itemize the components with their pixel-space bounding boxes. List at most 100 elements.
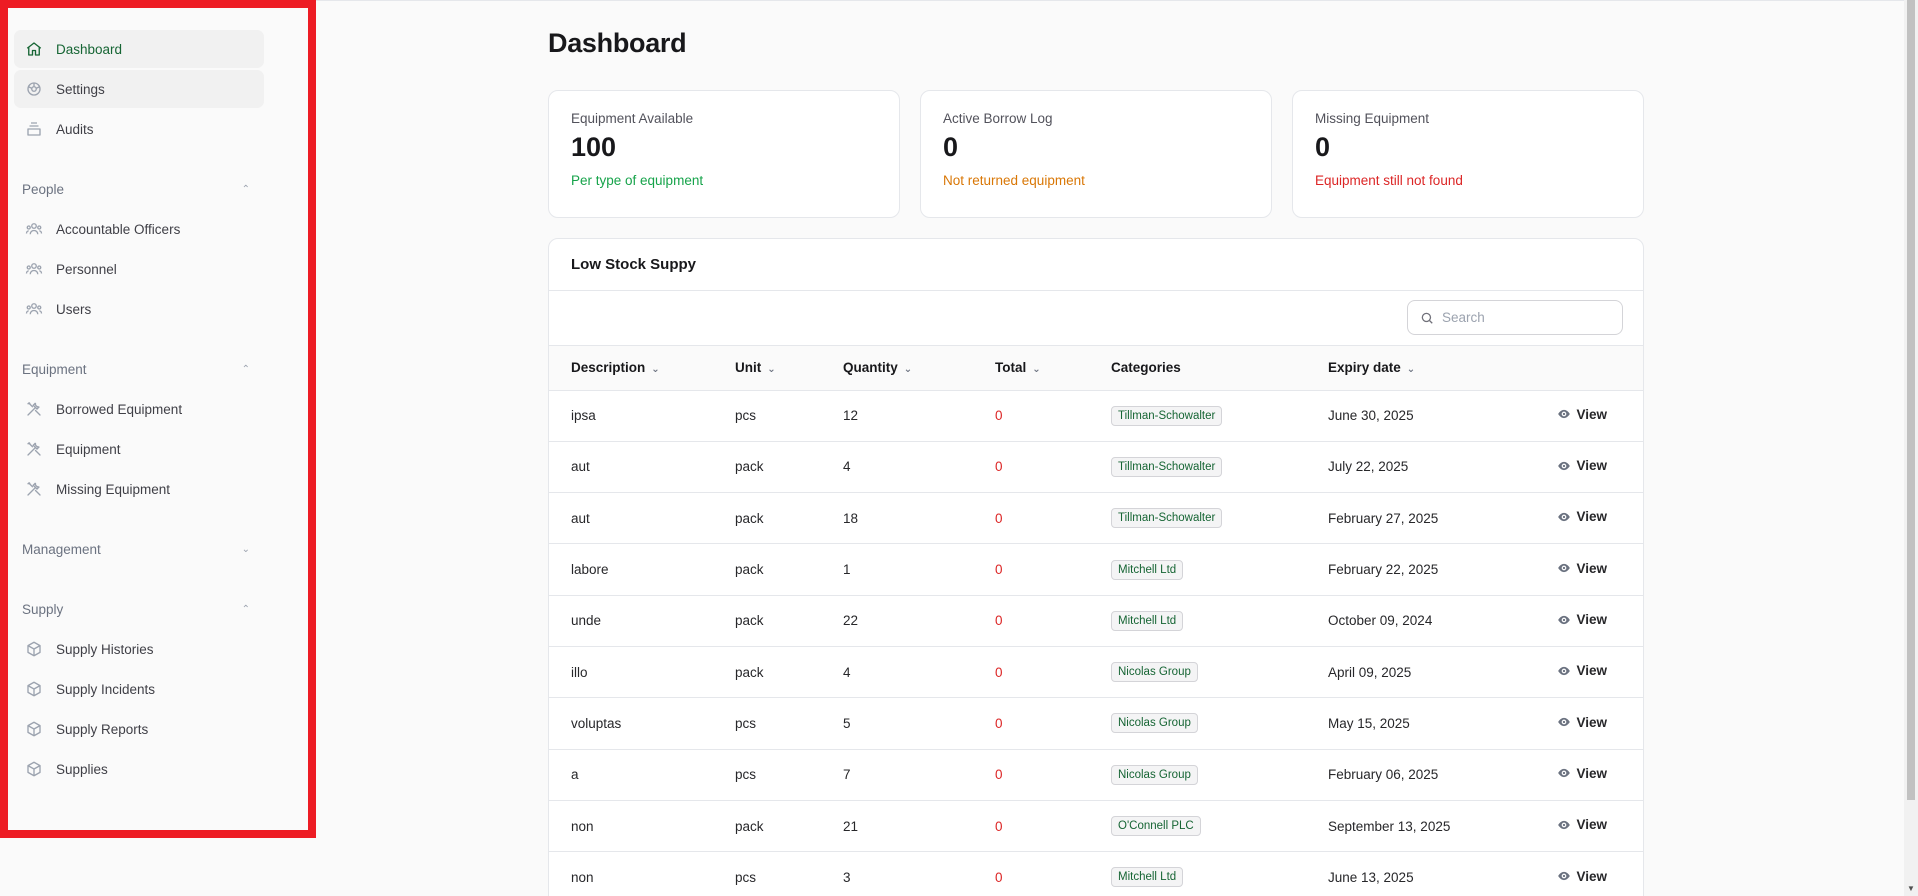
sidebar-item-supplies[interactable]: Supplies	[14, 750, 264, 788]
sidebar-item-borrowed-equipment[interactable]: Borrowed Equipment	[14, 390, 264, 428]
eye-icon	[1558, 512, 1571, 522]
view-button[interactable]: View	[1557, 407, 1607, 422]
users-icon	[24, 259, 44, 279]
sidebar-group-label: Equipment	[22, 361, 87, 377]
stat-label: Missing Equipment	[1315, 111, 1430, 126]
cell-unit: pack	[735, 818, 764, 834]
sidebar-item-audits[interactable]: Audits	[14, 110, 264, 148]
cell-category: Tillman-Schowalter	[1111, 441, 1328, 492]
sidebar-item-supply-histories[interactable]: Supply Histories	[14, 630, 264, 668]
view-button[interactable]: View	[1557, 458, 1607, 473]
sidebar-item-label: Accountable Officers	[56, 221, 181, 237]
sidebar-item-equipment[interactable]: Equipment	[14, 430, 264, 468]
chevron-down-icon: ⌄	[1406, 364, 1416, 376]
cell-total: 0	[995, 715, 1003, 731]
sidebar-item-label: Equipment	[56, 441, 121, 457]
table-row: non pcs 3 0 Mitchell Ltd June 13, 2025 V…	[549, 852, 1643, 896]
scrollbar-thumb[interactable]	[1907, 0, 1915, 800]
low-stock-table: Description ⌄ Unit ⌄ Quantity ⌄ Total ⌄ Cate…	[549, 346, 1643, 896]
category-badge: Tillman-Schowalter	[1111, 405, 1223, 426]
sidebar-item-dashboard[interactable]: Dashboard	[14, 30, 264, 68]
view-button[interactable]: View	[1557, 817, 1607, 832]
stat-label: Active Borrow Log	[943, 111, 1053, 126]
view-label: View	[1576, 560, 1607, 576]
sidebar-item-accountable-officers[interactable]: Accountable Officers	[14, 210, 264, 248]
cell-quantity: 7	[843, 767, 851, 783]
cell-description: a	[571, 767, 579, 783]
sidebar-group-people[interactable]: People ⌃	[14, 170, 264, 208]
cell-total: 0	[995, 510, 1003, 526]
sidebar-item-label: Missing Equipment	[56, 481, 171, 497]
stat-value: 100	[571, 132, 617, 162]
cell-expiry: February 06, 2025	[1328, 767, 1439, 783]
page-scrollbar[interactable]: ▼	[1904, 0, 1918, 896]
cell-description: aut	[571, 510, 590, 526]
cell-actions: View	[1528, 390, 1643, 441]
sidebar-item-label: Audits	[56, 121, 94, 137]
sidebar-nav: Dashboard Settings Audits People ⌃ Accou…	[14, 30, 264, 790]
cell-expiry: October 09, 2024	[1328, 613, 1433, 629]
cube-icon	[24, 639, 44, 659]
chevron-down-icon: ⌄	[651, 364, 660, 376]
sidebar-item-supply-incidents[interactable]: Supply Incidents	[14, 670, 264, 708]
cell-category: Nicolas Group	[1111, 749, 1328, 800]
column-header-total[interactable]: Total ⌄	[995, 346, 1111, 390]
sidebar-item-personnel[interactable]: Personnel	[14, 250, 264, 288]
search-box[interactable]	[1407, 300, 1623, 335]
category-badge: Nicolas Group	[1111, 713, 1198, 734]
view-button[interactable]: View	[1557, 766, 1607, 781]
sidebar-item-supply-reports[interactable]: Supply Reports	[14, 710, 264, 748]
column-header-quantity[interactable]: Quantity ⌄	[843, 346, 995, 390]
table-toolbar	[549, 291, 1643, 346]
category-badge: Mitchell Ltd	[1111, 610, 1184, 631]
eye-icon	[1558, 410, 1571, 419]
sidebar-group-management[interactable]: Management ⌄	[14, 530, 264, 568]
column-header-actions	[1528, 346, 1643, 390]
column-header-expiry[interactable]: Expiry date ⌄	[1328, 346, 1528, 390]
cell-description: non	[571, 818, 594, 834]
cell-unit: pack	[735, 664, 764, 680]
view-button[interactable]: View	[1557, 715, 1607, 730]
category-badge: Nicolas Group	[1111, 764, 1198, 785]
cell-unit: pcs	[735, 767, 757, 783]
column-header-description[interactable]: Description ⌄	[549, 346, 735, 390]
cell-description: unde	[571, 613, 602, 629]
table-row: aut pack 18 0 Tillman-Schowalter Februar…	[549, 493, 1643, 544]
table-row: unde pack 22 0 Mitchell Ltd October 09, …	[549, 595, 1643, 647]
column-header-unit[interactable]: Unit ⌄	[735, 346, 843, 390]
sidebar-group-supply[interactable]: Supply ⌃	[14, 590, 264, 628]
cell-unit: pcs	[735, 869, 757, 885]
cell-quantity: 12	[843, 408, 859, 424]
cell-actions: View	[1528, 749, 1643, 800]
table-row: illo pack 4 0 Nicolas Group April 09, 20…	[549, 646, 1643, 698]
sidebar-group-label: Management	[22, 541, 101, 557]
stat-value: 0	[943, 132, 959, 162]
view-button[interactable]: View	[1557, 612, 1607, 627]
view-button[interactable]: View	[1557, 869, 1607, 884]
cell-category: O'Connell PLC	[1111, 800, 1328, 851]
card-title: Low Stock Suppy	[549, 239, 1643, 291]
cell-unit: pack	[735, 613, 764, 629]
cell-total: 0	[995, 664, 1003, 680]
cell-quantity: 5	[843, 715, 851, 731]
cell-unit: pack	[735, 562, 764, 578]
view-button[interactable]: View	[1557, 561, 1607, 576]
stat-description: Per type of equipment	[571, 173, 704, 188]
sidebar-item-settings[interactable]: Settings	[14, 70, 264, 108]
cell-expiry: July 22, 2025	[1328, 459, 1409, 475]
search-input[interactable]	[1442, 310, 1602, 325]
cube-icon	[24, 679, 44, 699]
eye-icon	[1558, 871, 1571, 881]
cell-description: aut	[571, 459, 590, 475]
cell-total: 0	[995, 459, 1003, 475]
sidebar-group-equipment[interactable]: Equipment ⌃	[14, 350, 264, 388]
sidebar-item-users[interactable]: Users	[14, 290, 264, 328]
view-label: View	[1576, 509, 1607, 525]
view-button[interactable]: View	[1557, 663, 1607, 678]
scroll-down-arrow-icon[interactable]: ▼	[1906, 884, 1916, 894]
sidebar-item-label: Supply Incidents	[56, 681, 156, 697]
view-button[interactable]: View	[1557, 509, 1607, 524]
sidebar-item-missing-equipment[interactable]: Missing Equipment	[14, 470, 264, 508]
cell-actions: View	[1528, 441, 1643, 492]
table-body: ipsa pcs 12 0 Tillman-Schowalter June 30…	[549, 390, 1643, 896]
